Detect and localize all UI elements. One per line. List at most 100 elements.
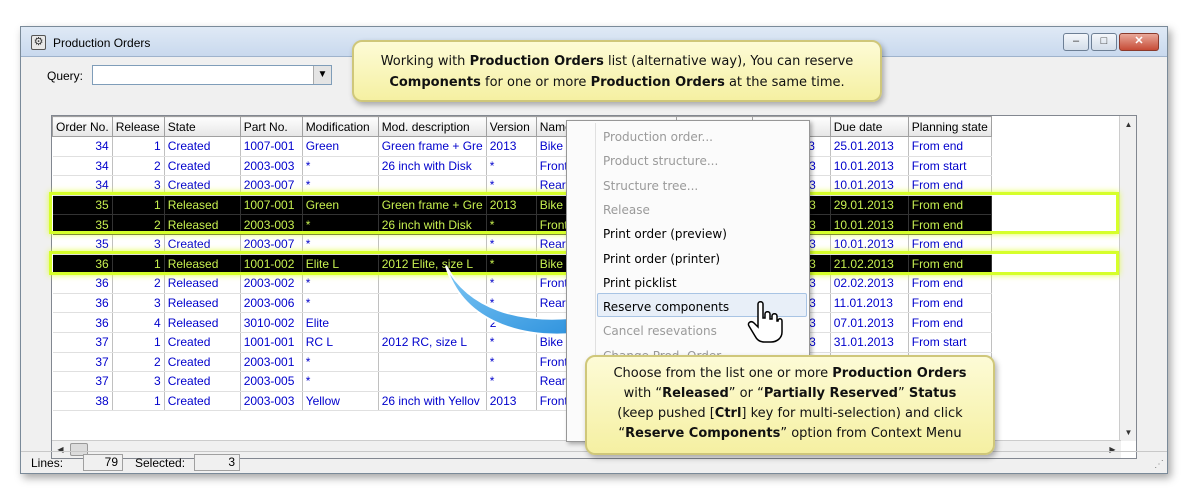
cell-version: * — [486, 254, 537, 275]
vertical-scrollbar[interactable]: ▲ ▼ — [1119, 116, 1136, 441]
cell-due: 10.01.2013 — [830, 156, 909, 177]
cell-plan: From start — [908, 156, 992, 177]
callout-bottom-bold: Released — [662, 386, 729, 401]
cell-mod: * — [302, 352, 379, 373]
callout-top: Working with Production Orders list (alt… — [352, 40, 882, 102]
query-select[interactable] — [92, 65, 332, 85]
menu-item-reserve-components[interactable]: Reserve components — [603, 295, 729, 319]
cell-version: 2013 — [486, 136, 537, 157]
cell-release: 3 — [112, 234, 165, 255]
table-row[interactable]: 34 1 Created 1007-001 Green Green frame + Gre… — [52, 136, 992, 157]
column-header[interactable]: Planning state — [907, 116, 992, 137]
table-row[interactable]: 363Released2003-006**Rear2.01.201301.02.… — [52, 293, 992, 314]
table-row[interactable]: 35 1 Released 1007-001 Green Green frame + Gr… — [52, 195, 992, 216]
callout-bottom-text: ” or “ — [728, 386, 764, 401]
cell-mod: * — [302, 293, 379, 314]
menu-item-production-order[interactable]: Production order... — [603, 125, 713, 149]
callout-bottom-text: ] key for multi-selection) and click — [741, 406, 963, 421]
callout-bottom-bold: Status — [908, 386, 957, 401]
cell-moddesc — [378, 234, 487, 255]
cell-part: 1001-002 — [240, 254, 303, 275]
cell-moddesc: 2012 Elite, size L — [378, 254, 487, 275]
cell-part: 2003-006 — [240, 293, 303, 314]
menu-item-cancel-resevations[interactable]: Cancel resevations — [603, 319, 717, 343]
cell-version: * — [486, 214, 537, 235]
scroll-down-icon[interactable]: ▼ — [1120, 424, 1136, 441]
cell-release: 3 — [112, 175, 165, 196]
chevron-down-icon[interactable]: ▼ — [313, 66, 331, 84]
table-row[interactable]: 364Released3010-002Elite2201221.01.20130… — [52, 312, 992, 333]
callout-top-bold: Components — [389, 75, 481, 90]
cell-due: 10.01.2013 — [830, 234, 909, 255]
table-row[interactable]: 362Released2003-002**Front W2.01.201301.… — [52, 273, 992, 294]
cell-state: Created — [164, 234, 241, 255]
column-header[interactable]: Version — [485, 116, 537, 137]
cell-plan: From end — [908, 293, 992, 314]
table-row[interactable]: 353Created2003-007**Rear W1.01.201325.01… — [52, 234, 992, 255]
cell-mod: * — [302, 175, 379, 196]
cell-mod: Elite L — [302, 254, 379, 275]
table-row[interactable]: 36 1 Released 1001-002 Elite L 2012 Elite, si… — [52, 254, 992, 275]
cell-moddesc — [378, 312, 487, 333]
column-header[interactable]: Modification — [301, 116, 379, 137]
cell-moddesc: 26 inch with Disk — [378, 214, 487, 235]
menu-item-structure-tree[interactable]: Structure tree... — [603, 174, 698, 198]
cell-version: 2 — [486, 312, 537, 333]
menu-item-print-order-printer[interactable]: Print order (printer) — [603, 247, 720, 271]
cell-moddesc: 26 inch with Yellov — [378, 391, 487, 412]
column-header[interactable]: Mod. description — [377, 116, 487, 137]
menu-item-product-structure[interactable]: Product structure... — [603, 149, 718, 173]
column-header[interactable]: State — [163, 116, 241, 137]
cell-version: 2013 — [486, 195, 537, 216]
cell-order: 36 — [52, 293, 113, 314]
lines-label: Lines: — [31, 456, 64, 470]
table-row[interactable]: 343Created2003-007**Rear W5.01.201325.01… — [52, 175, 992, 196]
cell-version: * — [486, 371, 537, 392]
cell-state: Created — [164, 371, 241, 392]
cell-order: 37 — [52, 332, 113, 353]
table-row[interactable]: 34 2 Created 2003-003 * 26 inch with Disk * Fro… — [52, 156, 992, 177]
close-button[interactable]: ✕ — [1119, 33, 1159, 51]
column-header[interactable]: Order No. — [52, 116, 113, 137]
callout-bottom-text: with “ — [623, 386, 663, 401]
resize-grip-icon[interactable]: ⋰ — [1154, 459, 1164, 470]
menu-item-print-picklist[interactable]: Print picklist — [603, 271, 677, 295]
cell-plan: From start — [908, 332, 992, 353]
cell-state: Created — [164, 332, 241, 353]
callout-bottom: Choose from the list one or more Product… — [585, 355, 995, 455]
minimize-button[interactable]: – — [1063, 33, 1089, 51]
cell-order: 37 — [52, 371, 113, 392]
callout-top-text: for one or more — [480, 75, 591, 90]
cell-moddesc: 2012 RC, size L — [378, 332, 487, 353]
cell-part: 1001-001 — [240, 332, 303, 353]
cell-order: 36 — [52, 254, 113, 275]
scroll-up-icon[interactable]: ▲ — [1120, 116, 1136, 133]
cell-state: Created — [164, 156, 241, 177]
column-header[interactable]: Due date — [829, 116, 909, 137]
cell-moddesc: 26 inch with Disk — [378, 156, 487, 177]
cell-moddesc: Green frame + Gre — [378, 195, 487, 216]
callout-top-bold: Production Orders — [590, 75, 725, 90]
cell-part: 2003-007 — [240, 234, 303, 255]
menu-item-release[interactable]: Release — [603, 198, 650, 222]
cell-part: 2003-003 — [240, 214, 303, 235]
table-row[interactable]: 37 1 Created 1001-001 RC L 2012 RC, size L * Bi… — [52, 332, 992, 353]
cell-plan: From end — [908, 273, 992, 294]
window-title: Production Orders — [53, 36, 151, 50]
lines-value: 79 — [83, 454, 123, 471]
cell-release: 3 — [112, 371, 165, 392]
cell-due: 10.01.2013 — [830, 214, 909, 235]
cell-order: 37 — [52, 352, 113, 373]
cell-release: 2 — [112, 214, 165, 235]
cell-plan: From end — [908, 254, 992, 275]
callout-bottom-text: Choose from the list one or more — [613, 366, 833, 381]
cell-due: 11.01.2013 — [830, 293, 909, 314]
selected-label: Selected: — [135, 456, 186, 470]
maximize-button[interactable]: □ — [1091, 33, 1117, 51]
cell-moddesc — [378, 371, 487, 392]
column-header[interactable]: Release — [111, 116, 165, 137]
menu-item-print-order-preview[interactable]: Print order (preview) — [603, 222, 727, 246]
cell-mod: Green — [302, 195, 379, 216]
column-header[interactable]: Part No. — [239, 116, 303, 137]
table-row[interactable]: 35 2 Released 2003-003 * 26 inch with Disk * Fr… — [52, 214, 992, 235]
